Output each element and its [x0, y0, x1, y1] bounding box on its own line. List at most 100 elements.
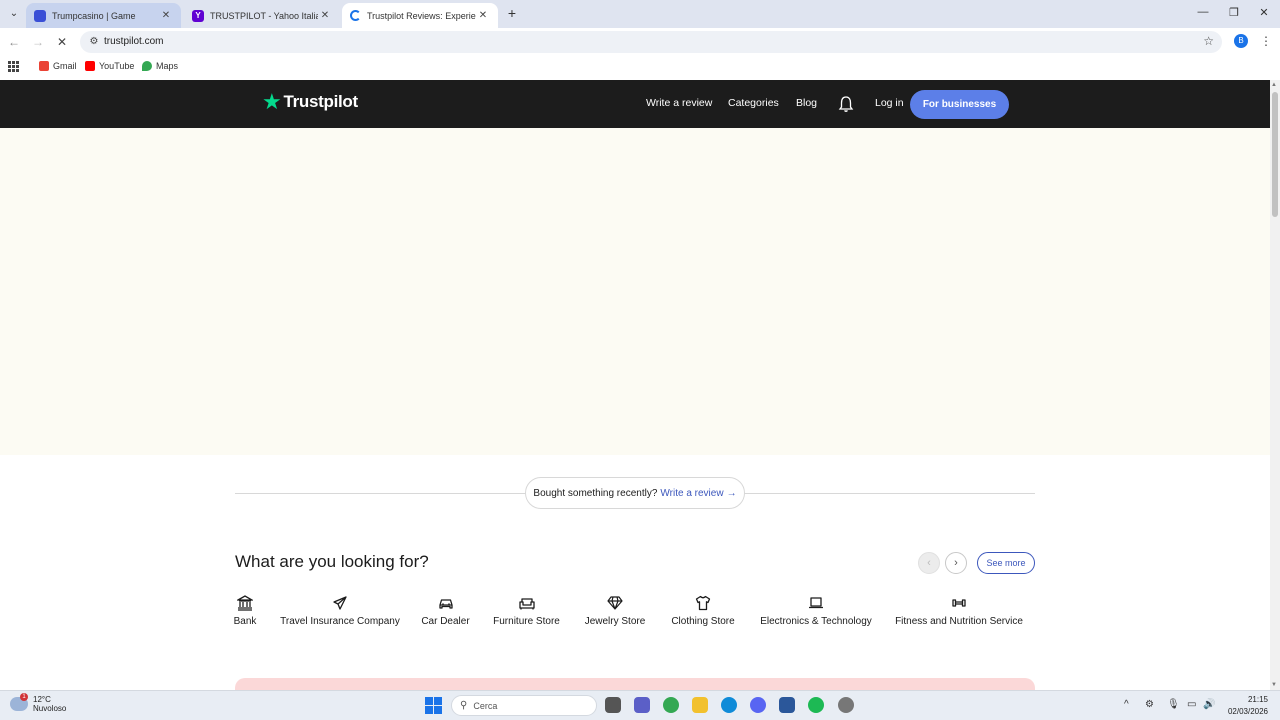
category-fitness-nutrition[interactable]: Fitness and Nutrition Service: [893, 595, 1025, 627]
taskbar-search[interactable]: ⚲ Cerca: [451, 695, 597, 716]
arrow-right-icon[interactable]: →: [727, 488, 737, 499]
close-window-icon[interactable]: ✕: [1257, 6, 1271, 19]
stop-loading-icon[interactable]: ✕: [54, 34, 70, 50]
loading-spinner-icon: [350, 10, 361, 21]
apps-grid-icon[interactable]: [8, 61, 19, 72]
clock-time: 21:15: [1247, 695, 1268, 704]
windows-start-icon[interactable]: [425, 697, 442, 714]
scroll-down-icon[interactable]: ▼: [1271, 682, 1277, 688]
bookmark-gmail[interactable]: Gmail: [39, 61, 77, 71]
category-label: Bank: [233, 616, 257, 627]
bookmark-label: Maps: [156, 61, 179, 71]
logo-text: Trustpilot: [283, 92, 358, 111]
nav-login[interactable]: Log in: [875, 97, 904, 109]
file-explorer-icon[interactable]: [692, 697, 708, 713]
car-icon: [438, 599, 453, 609]
url-text[interactable]: trustpilot.com: [104, 36, 163, 47]
dumbbell-icon: [952, 599, 966, 607]
airplane-icon: [333, 596, 347, 610]
category-label: Jewelry Store: [584, 616, 646, 627]
address-bar[interactable]: ⚙ trustpilot.com ☆: [80, 31, 1222, 53]
tab-title: Trumpcasino | Game: [52, 10, 136, 21]
category-travel-insurance[interactable]: Travel Insurance Company: [279, 595, 401, 627]
category-label: Furniture Store: [493, 616, 560, 627]
category-furniture-store[interactable]: Furniture Store: [490, 595, 563, 627]
scrollbar-thumb[interactable]: [1272, 92, 1278, 217]
category-bank[interactable]: Bank: [229, 595, 261, 627]
bookmark-star-icon[interactable]: ☆: [1203, 34, 1214, 48]
restore-icon[interactable]: ❐: [1227, 6, 1241, 19]
new-tab-button[interactable]: +: [505, 6, 519, 20]
bank-icon: [237, 595, 253, 611]
category-label: Electronics & Technology: [760, 616, 872, 627]
clock-date: 02/03/2026: [1227, 707, 1268, 716]
carousel-next-button[interactable]: ›: [945, 552, 967, 574]
nav-blog[interactable]: Blog: [796, 97, 817, 109]
carousel-prev-button[interactable]: ‹: [918, 552, 940, 574]
for-businesses-button[interactable]: For businesses: [910, 90, 1009, 119]
site-info-icon[interactable]: ⚙: [87, 35, 101, 49]
category-car-dealer[interactable]: Car Dealer: [418, 595, 473, 627]
discord-icon[interactable]: [750, 697, 766, 713]
spotify-icon[interactable]: [808, 697, 824, 713]
page-scrollbar[interactable]: ▲ ▼: [1270, 80, 1280, 690]
sofa-icon: [518, 598, 535, 610]
trustpilot-logo[interactable]: ★ Trustpilot: [262, 91, 358, 113]
tab-title: TRUSTPILOT - Yahoo Italia Risultati: [210, 10, 318, 21]
teams-icon[interactable]: [634, 697, 650, 713]
bookmarks-bar: Gmail YouTube Maps: [0, 56, 1280, 78]
bell-icon[interactable]: [838, 95, 854, 113]
site-header: ★ Trustpilot Write a review Categories B…: [0, 80, 1270, 128]
category-electronics[interactable]: Electronics & Technology: [757, 595, 875, 627]
weather-temp: 12°C: [33, 695, 51, 704]
close-tab-icon[interactable]: ✕: [318, 10, 332, 21]
back-icon[interactable]: ←: [6, 34, 22, 50]
browser-tab-trustpilot[interactable]: Trustpilot Reviews: Experience the power…: [342, 3, 498, 28]
network-icon[interactable]: ▭: [1187, 699, 1196, 710]
tab-search-icon[interactable]: ⌄: [6, 6, 22, 22]
browser-tab-strip: ⌄ Trumpcasino | Game ✕ Y TRUSTPILOT - Ya…: [0, 0, 1280, 28]
tray-chevron-icon[interactable]: ^: [1124, 699, 1129, 710]
bookmark-youtube[interactable]: YouTube: [85, 61, 134, 71]
profile-avatar[interactable]: B: [1234, 34, 1248, 48]
word-icon[interactable]: [779, 697, 795, 713]
minimize-icon[interactable]: —: [1196, 6, 1210, 18]
microphone-icon[interactable]: 🎙: [1167, 699, 1180, 710]
category-clothing-store[interactable]: Clothing Store: [667, 595, 739, 627]
app-icon[interactable]: [838, 697, 854, 713]
laptop-icon: [809, 597, 823, 609]
nav-categories[interactable]: Categories: [728, 97, 779, 109]
gmail-icon: [39, 61, 49, 71]
notification-badge: 1: [20, 693, 28, 701]
close-tab-icon[interactable]: ✕: [159, 10, 173, 21]
see-more-button[interactable]: See more: [977, 552, 1035, 574]
task-view-icon[interactable]: [605, 697, 621, 713]
bookmark-maps[interactable]: Maps: [142, 61, 178, 71]
browser-toolbar: ← → ✕ ⚙ trustpilot.com ☆: [0, 28, 1280, 56]
trumpcasino-favicon-icon: [34, 9, 46, 22]
browser-menu-icon[interactable]: ⋮: [1260, 34, 1272, 48]
tray-settings-icon[interactable]: ⚙: [1145, 699, 1154, 710]
search-placeholder: Cerca: [473, 700, 498, 711]
write-review-link[interactable]: Write a review: [660, 488, 723, 499]
scroll-up-icon[interactable]: ▲: [1271, 82, 1277, 88]
chrome-icon[interactable]: [663, 697, 679, 713]
system-clock[interactable]: 21:15 02/03/2026: [1222, 694, 1268, 718]
bookmark-label: Gmail: [53, 61, 77, 71]
category-jewelry-store[interactable]: Jewelry Store: [581, 595, 649, 627]
browser-tab-trumpcasino[interactable]: Trumpcasino | Game ✕: [26, 3, 181, 28]
windows-taskbar: 1 12°C Nuvoloso ⚲ Cerca ^ ⚙ 🎙 ▭ 🔊 21:15 …: [0, 690, 1280, 720]
volume-icon[interactable]: 🔊: [1203, 699, 1215, 710]
category-label: Fitness and Nutrition Service: [895, 616, 1023, 627]
forward-icon[interactable]: →: [30, 34, 46, 50]
browser-tab-yahoo[interactable]: Y TRUSTPILOT - Yahoo Italia Risultati ✕: [184, 3, 340, 28]
maps-icon: [142, 61, 152, 71]
close-tab-icon[interactable]: ✕: [476, 10, 490, 21]
nav-write-review[interactable]: Write a review: [646, 97, 712, 109]
edge-icon[interactable]: [721, 697, 737, 713]
youtube-icon: [85, 61, 95, 71]
cloud-icon: 1: [10, 693, 28, 711]
weather-widget[interactable]: 1 12°C Nuvoloso: [10, 693, 66, 713]
tab-title: Trustpilot Reviews: Experience the power: [367, 10, 476, 21]
promo-banner: [235, 678, 1035, 690]
